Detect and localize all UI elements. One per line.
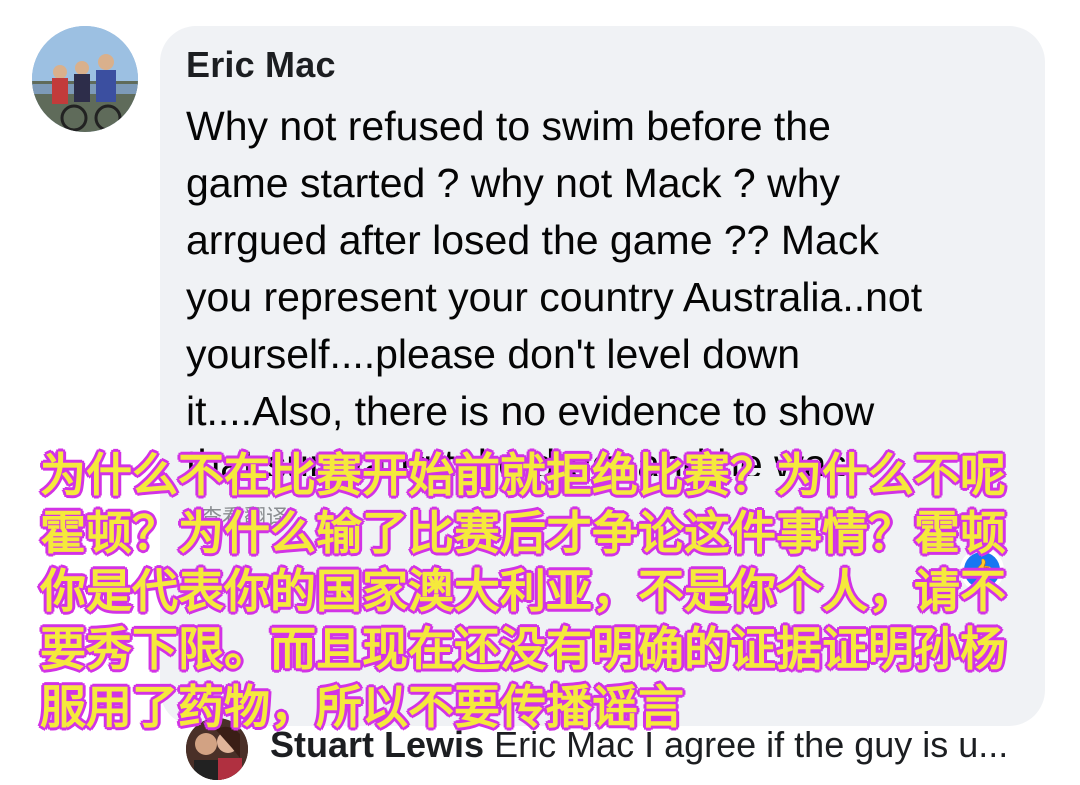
comment-screenshot: Eric Mac Why not refused to swim before … [0,0,1080,785]
comment-body: Why not refused to swim before the game … [186,98,1026,440]
comment-line: it....Also, there is no evidence to show [186,388,875,434]
comment-line: yourself....please don't level down [186,331,801,377]
chinese-subtitle-overlay: 为什么不在比赛开始前就拒绝比赛？为什么不呢霍顿？为什么输了比赛后才争论这件事情？… [39,447,1007,735]
comment-author[interactable]: Eric Mac [186,44,336,86]
avatar-eric-mac[interactable] [32,26,138,132]
comment-line: arrgued after losed the game ?? Mack [186,217,879,263]
comment-line: Why not refused to swim before the [186,103,831,149]
avatar-photo-icon [32,26,138,132]
comment-line: game started ? why not Mack ? why [186,160,841,206]
comment-line: you represent your country Australia..no… [186,274,923,320]
